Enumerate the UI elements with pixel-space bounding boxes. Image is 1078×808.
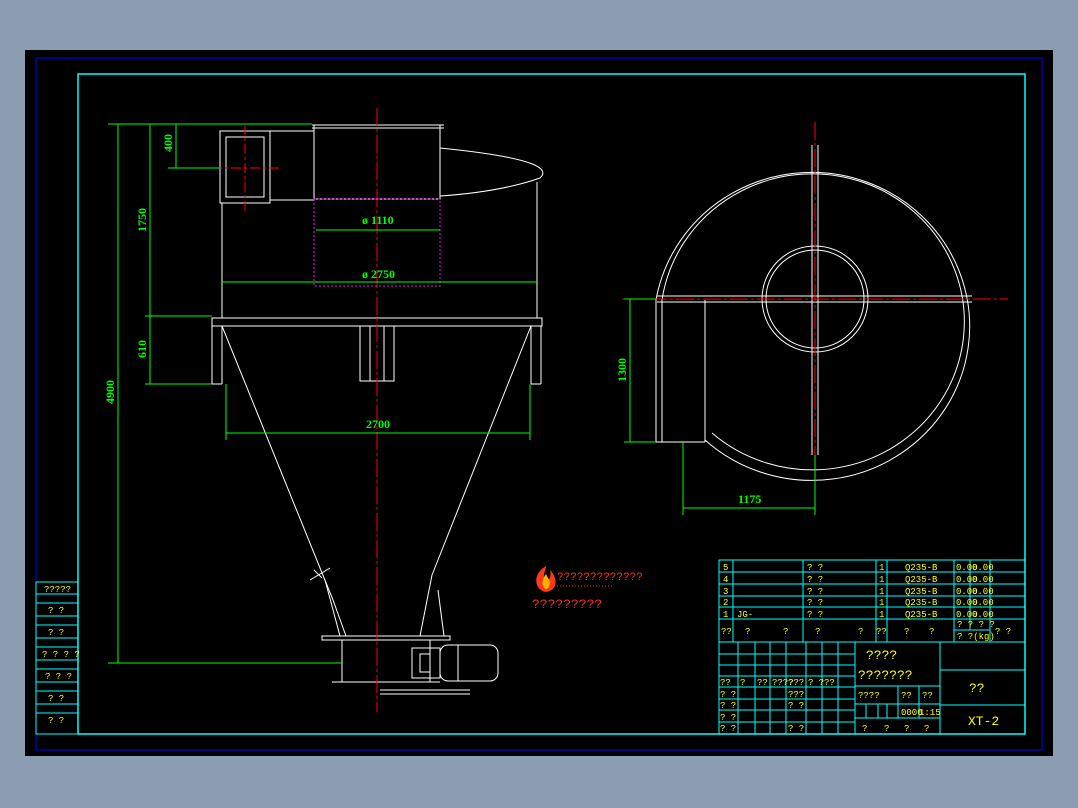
bottom-cell-3: ? xyxy=(904,724,909,734)
part-material: Q235-B xyxy=(905,598,938,608)
rev-row-3: ? ? xyxy=(48,628,64,638)
signature-cell: ?? xyxy=(757,678,768,688)
bottom-cell-1: ? xyxy=(862,724,867,734)
signature-cell: ? ? xyxy=(720,713,736,723)
part-no: 3 xyxy=(723,587,728,597)
drawing-number: XT-2 xyxy=(968,714,999,729)
part-code: JG- xyxy=(737,610,753,620)
scale-label: ?? xyxy=(922,691,933,701)
dim-4900: 4900 xyxy=(103,380,117,404)
part-no: 4 xyxy=(723,575,728,585)
stage-label: ???? xyxy=(858,691,880,701)
dim-400: 400 xyxy=(161,134,175,152)
part-qty: 1 xyxy=(879,563,884,573)
header-qty: ?? xyxy=(876,627,887,637)
signature-cell: ??? xyxy=(788,690,804,700)
logo-line-1: ????????????? xyxy=(557,572,643,584)
dim-dia2750: ø 2750 xyxy=(362,267,395,281)
drawing-name-top: ???? xyxy=(866,648,897,663)
header-remark: ? ? xyxy=(995,627,1011,637)
part-name: ? ? xyxy=(807,587,823,597)
part-qty: 1 xyxy=(879,587,884,597)
header-code2: ? xyxy=(783,627,788,637)
rev-row-1: ????? xyxy=(44,585,71,595)
dim-2700: 2700 xyxy=(366,417,390,431)
part-weight-total: 0.00 xyxy=(972,598,994,608)
dim-dia1110: ø 1110 xyxy=(362,213,394,227)
part-weight-total: 0.00 xyxy=(972,563,994,573)
part-name: ? ? xyxy=(807,575,823,585)
rev-row-7: ? ? xyxy=(48,716,64,726)
drawing-name-bottom: ??????? xyxy=(858,668,913,683)
signature-cell: ? ? xyxy=(808,678,824,688)
rev-row-2: ? ? xyxy=(48,606,64,616)
signature-cell: ? ? xyxy=(720,701,736,711)
part-material: Q235-B xyxy=(905,575,938,585)
part-qty: 1 xyxy=(879,598,884,608)
header-weight-bottom: ? ?(kg) xyxy=(957,632,995,642)
rev-row-4: ? ? ? ? xyxy=(42,650,80,660)
part-qty: 1 xyxy=(879,575,884,585)
rev-row-6: ? ? xyxy=(48,694,64,704)
header-material2: ? xyxy=(929,627,934,637)
part-name: ? ? xyxy=(807,610,823,620)
signature-cell: ? ? xyxy=(720,690,736,700)
part-name: ? ? xyxy=(807,598,823,608)
header-code: ? xyxy=(745,627,750,637)
dim-610: 610 xyxy=(135,340,149,358)
header-name2: ? xyxy=(858,627,863,637)
part-weight-total: 0.00 xyxy=(972,587,994,597)
dim-1175: 1175 xyxy=(738,492,761,506)
header-no: ?? xyxy=(721,627,732,637)
signature-cell: ? xyxy=(740,678,745,688)
signature-cell: ? ? xyxy=(720,724,736,734)
logo-line-2: ????????? xyxy=(532,597,602,612)
scale-value: 1:15 xyxy=(919,708,941,718)
weight-label: ?? xyxy=(901,691,912,701)
bottom-cell-2: ? xyxy=(884,724,889,734)
part-material: Q235-B xyxy=(905,563,938,573)
bottom-cell-4: ? xyxy=(924,724,929,734)
part-no: 5 xyxy=(723,563,728,573)
signature-cell: ?? xyxy=(720,678,731,688)
part-qty: 1 xyxy=(879,610,884,620)
signature-cell: ? ? xyxy=(788,701,804,711)
part-name: ? ? xyxy=(807,563,823,573)
part-material: Q235-B xyxy=(905,610,938,620)
unit-label: ?? xyxy=(969,681,985,696)
part-weight-total: 0.00 xyxy=(972,575,994,585)
signature-cell: ??? xyxy=(788,678,804,688)
dim-1300: 1300 xyxy=(615,358,629,382)
signature-cell: ?? xyxy=(824,678,835,688)
part-no: 1 xyxy=(723,610,728,620)
cad-drawing: 400 1750 610 4900 ø 1110 ø 2750 2700 130… xyxy=(25,50,1053,756)
header-name: ? xyxy=(815,627,820,637)
cad-viewport: 400 1750 610 4900 ø 1110 ø 2750 2700 130… xyxy=(0,0,1078,808)
header-weight-top: ? ? ? ? xyxy=(957,620,995,630)
rev-row-5: ? ? ? xyxy=(45,672,72,682)
header-material: ? xyxy=(904,627,909,637)
part-material: Q235-B xyxy=(905,587,938,597)
drawing-sheet xyxy=(25,50,1053,756)
part-no: 2 xyxy=(723,598,728,608)
part-weight-total: 0.00 xyxy=(972,610,994,620)
signature-cell: ? ? xyxy=(788,724,804,734)
dim-1750: 1750 xyxy=(135,208,149,232)
